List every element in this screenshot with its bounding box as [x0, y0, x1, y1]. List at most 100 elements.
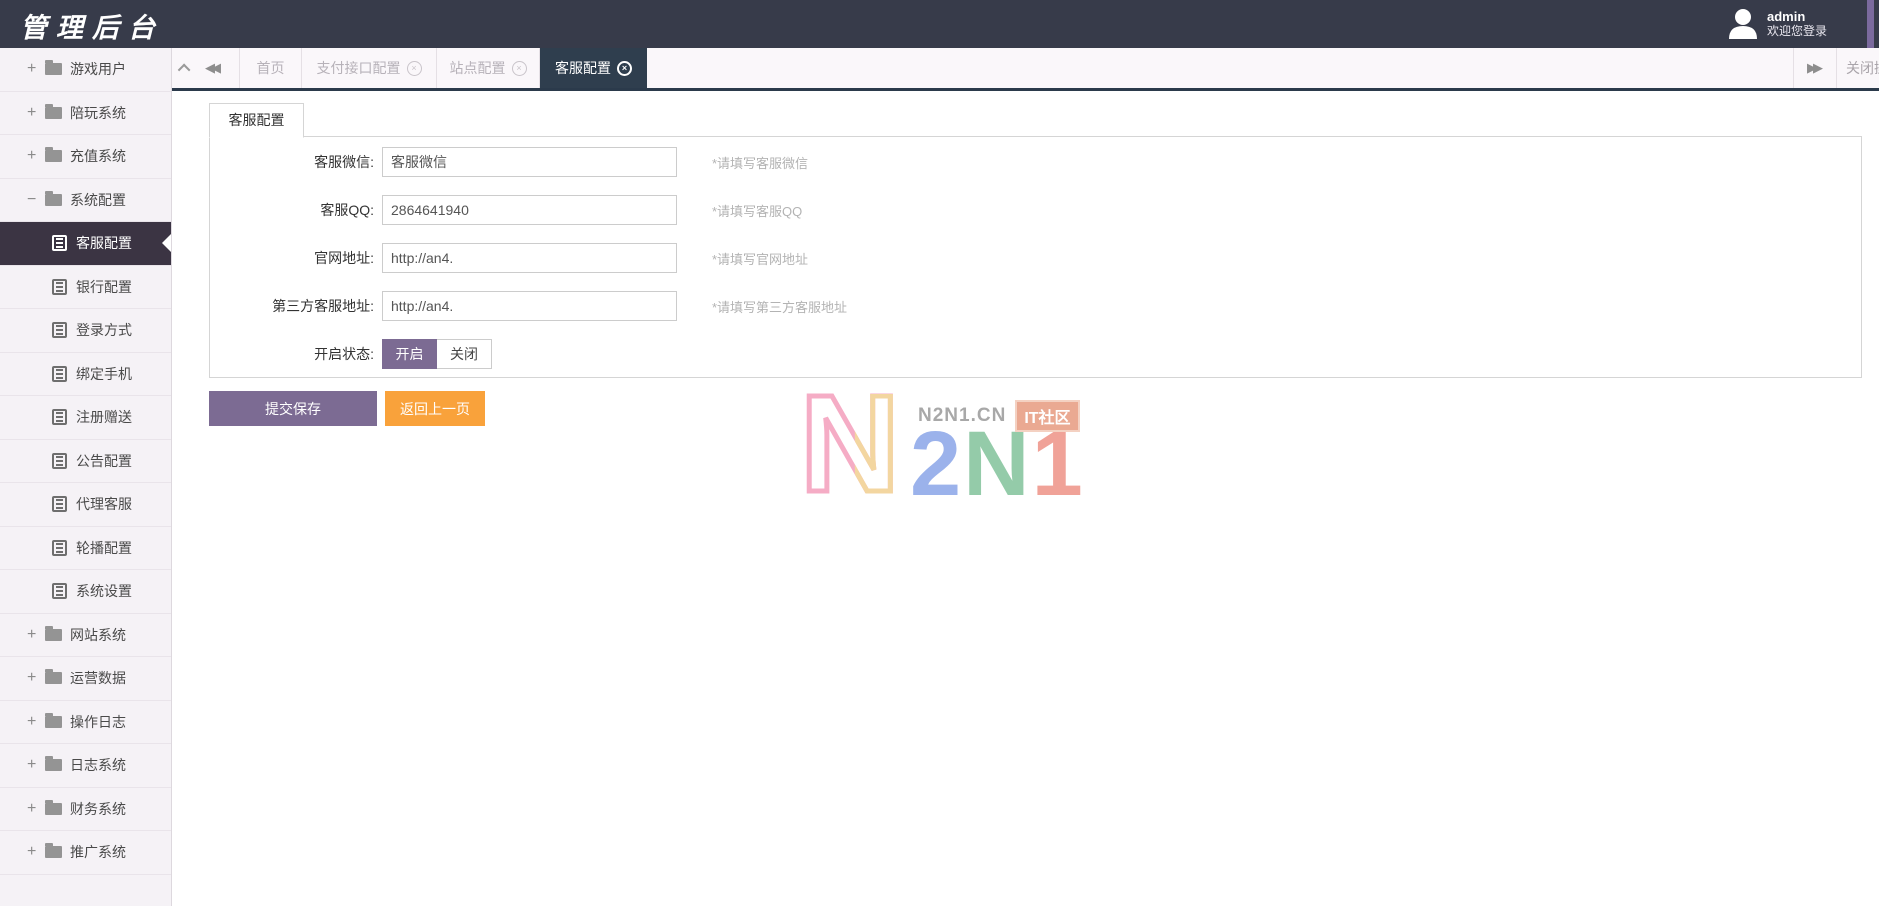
watermark-letter-1: 1 — [1032, 413, 1085, 515]
close-operations-menu[interactable]: 关闭操作 — [1837, 48, 1879, 88]
scroll-tabs-right-button[interactable]: ▶▶ — [1793, 48, 1837, 88]
document-icon — [52, 235, 67, 251]
plus-icon: + — [27, 843, 43, 861]
sidebar-item-system-settings[interactable]: 系统设置 — [0, 570, 171, 614]
plus-icon: + — [27, 104, 43, 122]
tab-label: 支付接口配置 — [317, 58, 401, 78]
sidebar-item-login-method[interactable]: 登录方式 — [0, 309, 171, 353]
welcome-text: 欢迎您登录 — [1767, 24, 1827, 38]
field-label: 客服QQ: — [210, 200, 382, 220]
field-label: 官网地址: — [210, 248, 382, 268]
sidebar-item-label: 推广系统 — [70, 842, 126, 862]
sidebar-item-website-system[interactable]: + 网站系统 — [0, 614, 171, 658]
submit-save-button[interactable]: 提交保存 — [209, 391, 377, 426]
document-icon — [52, 540, 67, 556]
sidebar-item-bind-phone[interactable]: 绑定手机 — [0, 353, 171, 397]
sidebar-item-log-system[interactable]: + 日志系统 — [0, 744, 171, 788]
form-row-status: 开启状态: 开启 关闭 — [210, 339, 1861, 369]
sidebar-item-label: 操作日志 — [70, 712, 126, 732]
plus-icon: + — [27, 626, 43, 644]
config-panel: 客服配置 客服微信: *请填写客服微信 客服QQ: *请填写客服QQ 官网地址:… — [209, 136, 1862, 378]
header-accent-strip — [1867, 0, 1874, 48]
folder-icon — [45, 759, 62, 771]
third-party-service-input[interactable] — [382, 291, 677, 321]
sidebar-item-game-users[interactable]: + 游戏用户 — [0, 48, 171, 92]
sidebar-item-promotion-system[interactable]: + 推广系统 — [0, 831, 171, 875]
folder-icon — [45, 716, 62, 728]
folder-icon — [45, 629, 62, 641]
plus-icon: + — [27, 60, 43, 78]
watermark-big-n: N — [800, 394, 900, 494]
username: admin — [1767, 9, 1827, 24]
back-button[interactable]: 返回上一页 — [385, 391, 485, 426]
status-on-button[interactable]: 开启 — [382, 339, 437, 369]
sidebar-item-label: 代理客服 — [76, 494, 132, 514]
sidebar-item-bank-config[interactable]: 银行配置 — [0, 266, 171, 310]
sidebar-item-carousel-config[interactable]: 轮播配置 — [0, 527, 171, 571]
plus-icon: + — [27, 756, 43, 774]
tab-site-config[interactable]: 站点配置 × — [437, 48, 540, 88]
field-hint: *请填写客服微信 — [712, 153, 808, 172]
watermark-site-text: N2N1.CN — [918, 405, 1006, 427]
document-icon — [52, 496, 67, 512]
official-site-input[interactable] — [382, 243, 677, 273]
sidebar-item-customer-service-config[interactable]: 客服配置 — [0, 222, 171, 266]
tab-bar: ◀◀ 首页 支付接口配置 × 站点配置 × 客服配置 × ▶▶ 关闭操作 — [172, 48, 1879, 91]
sidebar-item-operation-log[interactable]: + 操作日志 — [0, 701, 171, 745]
close-tab-icon[interactable]: × — [617, 61, 632, 76]
qq-input[interactable] — [382, 195, 677, 225]
document-icon — [52, 322, 67, 338]
wechat-input[interactable] — [382, 147, 677, 177]
field-hint: *请填写官网地址 — [712, 249, 808, 268]
sidebar-item-label: 网站系统 — [70, 625, 126, 645]
document-icon — [52, 583, 67, 599]
watermark-big-n-overlay: N — [800, 394, 900, 494]
sidebar-item-system-config[interactable]: − 系统配置 — [0, 179, 171, 223]
watermark-logo: N N 2N1 N2N1.CN IT社区 — [800, 394, 1270, 614]
sidebar-item-label: 财务系统 — [70, 799, 126, 819]
watermark-letter-n: N — [963, 413, 1031, 515]
plus-icon: + — [27, 669, 43, 687]
tab-customer-service-config[interactable]: 客服配置 × — [540, 48, 647, 88]
chevron-up-icon[interactable] — [178, 63, 191, 76]
plus-icon: + — [27, 800, 43, 818]
tab-bar-left-controls: ◀◀ — [172, 48, 240, 88]
top-header: 管理后台 admin 欢迎您登录 — [0, 0, 1879, 48]
sidebar-item-label: 系统设置 — [76, 581, 132, 601]
scroll-tabs-left-icon[interactable]: ◀◀ — [205, 61, 221, 76]
sidebar-item-label: 日志系统 — [70, 755, 126, 775]
folder-icon — [45, 107, 62, 119]
tab-payment-interface-config[interactable]: 支付接口配置 × — [302, 48, 437, 88]
user-box[interactable]: admin 欢迎您登录 — [1728, 7, 1827, 39]
sidebar-item-recharge-system[interactable]: + 充值系统 — [0, 135, 171, 179]
sidebar-item-operation-data[interactable]: + 运营数据 — [0, 657, 171, 701]
close-tab-icon[interactable]: × — [407, 61, 422, 76]
sidebar-item-companion-system[interactable]: + 陪玩系统 — [0, 92, 171, 136]
field-label: 开启状态: — [210, 344, 382, 364]
sidebar-item-label: 绑定手机 — [76, 364, 132, 384]
folder-icon — [45, 194, 62, 206]
form-row-wechat: 客服微信: *请填写客服微信 — [210, 147, 1861, 177]
tab-home[interactable]: 首页 — [240, 48, 302, 88]
sidebar-item-finance-system[interactable]: + 财务系统 — [0, 788, 171, 832]
folder-icon — [45, 63, 62, 75]
close-tab-icon[interactable]: × — [512, 61, 527, 76]
panel-tab-customer-service[interactable]: 客服配置 — [209, 103, 304, 138]
folder-icon — [45, 672, 62, 684]
folder-icon — [45, 803, 62, 815]
sidebar-item-announcement-config[interactable]: 公告配置 — [0, 440, 171, 484]
watermark-caption: N2N1.CN IT社区 — [918, 400, 1080, 432]
sidebar-item-agent-service[interactable]: 代理客服 — [0, 483, 171, 527]
status-off-button[interactable]: 关闭 — [437, 339, 492, 369]
plus-icon: + — [27, 147, 43, 165]
sidebar-item-register-gift[interactable]: 注册赠送 — [0, 396, 171, 440]
folder-icon — [45, 846, 62, 858]
sidebar-item-label: 公告配置 — [76, 451, 132, 471]
field-hint: *请填写第三方客服地址 — [712, 297, 847, 316]
watermark-community-badge: IT社区 — [1015, 400, 1079, 432]
document-icon — [52, 409, 67, 425]
plus-icon: + — [27, 713, 43, 731]
tab-label: 客服配置 — [555, 58, 611, 78]
document-icon — [52, 453, 67, 469]
sidebar-item-label: 系统配置 — [70, 190, 126, 210]
